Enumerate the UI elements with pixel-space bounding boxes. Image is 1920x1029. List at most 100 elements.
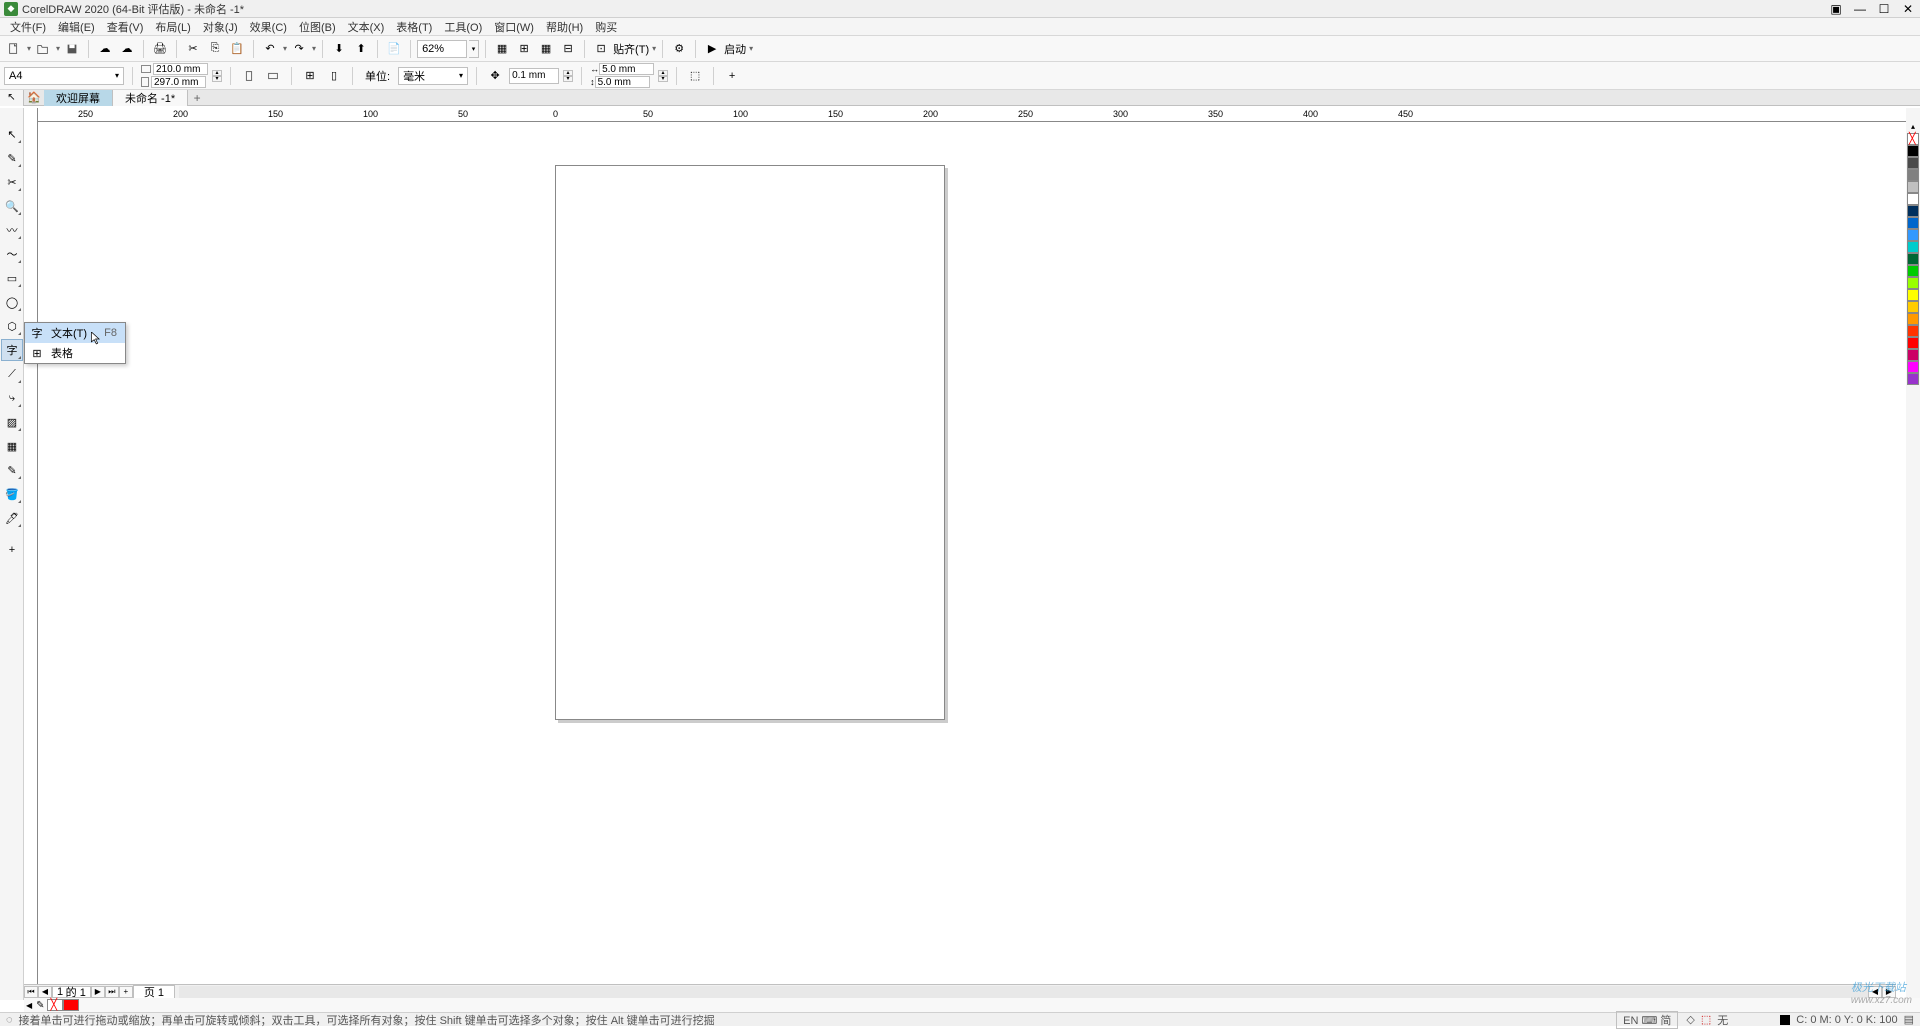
rulers-button[interactable]: ⊞ [514, 39, 534, 59]
page-height-input[interactable] [151, 76, 206, 88]
shape-tool[interactable]: ✎ [1, 147, 23, 169]
color-red[interactable] [1907, 337, 1919, 349]
snap-off-button[interactable]: ⊡ [591, 39, 611, 59]
connector-tool[interactable]: ⤷ [1, 387, 23, 409]
pick-tool[interactable]: ↖ [1, 123, 23, 145]
page-canvas[interactable] [555, 165, 945, 720]
interactive-fill-tool[interactable]: 🪣 [1, 483, 23, 505]
color-light-gray[interactable] [1907, 181, 1919, 193]
color-gold[interactable] [1907, 301, 1919, 313]
minimize-button[interactable]: — [1852, 2, 1868, 16]
color-swatch-indicator[interactable] [1780, 1015, 1790, 1025]
color-navy[interactable] [1907, 205, 1919, 217]
menu-tools[interactable]: 工具(O) [438, 19, 488, 35]
menu-view[interactable]: 查看(V) [101, 19, 150, 35]
color-yellow[interactable] [1907, 289, 1919, 301]
outline-tool[interactable]: 🖊 [1, 507, 23, 529]
parallel-dimension-tool[interactable]: ⟋ [1, 363, 23, 385]
launch-label[interactable]: 启动 [724, 41, 746, 57]
snap-label[interactable]: 贴齐(T) [613, 41, 649, 57]
color-white[interactable] [1907, 193, 1919, 205]
color-dark-green[interactable] [1907, 253, 1919, 265]
close-button[interactable]: ✕ [1900, 2, 1916, 16]
open-dropdown[interactable]: ▾ [56, 44, 60, 53]
bottom-no-color[interactable]: ╳ [47, 999, 63, 1011]
page-last[interactable]: ⏭ [105, 986, 119, 998]
portrait-button[interactable] [239, 66, 259, 86]
bottom-color-red[interactable] [63, 999, 79, 1011]
menu-buy[interactable]: 购买 [589, 19, 623, 35]
menu-edit[interactable]: 编辑(E) [52, 19, 101, 35]
copy-button[interactable]: ⎘ [205, 39, 225, 59]
maximize-button[interactable]: ☐ [1876, 2, 1892, 16]
dup-y-input[interactable] [595, 76, 650, 88]
page-prev[interactable]: ◀ [38, 986, 52, 998]
color-dark-gray[interactable] [1907, 157, 1919, 169]
options-button[interactable]: ⚙ [669, 39, 689, 59]
snap-dropdown[interactable]: ▾ [652, 44, 656, 53]
menu-bitmap[interactable]: 位图(B) [293, 19, 342, 35]
launch-dropdown[interactable]: ▾ [749, 44, 753, 53]
page-preset-select[interactable]: A4 ▾ [4, 67, 124, 85]
zoom-tool[interactable]: 🔍 [1, 195, 23, 217]
publish-button[interactable]: 📄 [384, 39, 404, 59]
palette-up[interactable]: ▴ [1911, 122, 1915, 131]
color-blue[interactable] [1907, 217, 1919, 229]
color-black[interactable] [1907, 145, 1919, 157]
dup-down[interactable]: ▾ [658, 76, 668, 82]
unit-select[interactable]: 毫米 ▾ [398, 67, 468, 85]
redo-button[interactable]: ↷ [289, 39, 309, 59]
current-page-button[interactable]: ▯ [324, 66, 344, 86]
color-pink[interactable] [1907, 361, 1919, 373]
dup-x-input[interactable] [599, 63, 654, 75]
color-cyan[interactable] [1907, 241, 1919, 253]
open-button[interactable] [33, 39, 53, 59]
cloud-down-button[interactable]: ☁ [117, 39, 137, 59]
help-icon[interactable]: ▣ [1828, 2, 1844, 16]
nudge-down[interactable]: ▾ [563, 76, 573, 82]
polygon-tool[interactable]: ⬡ [1, 315, 23, 337]
color-magenta[interactable] [1907, 349, 1919, 361]
palette-menu-icon[interactable]: ▤ [1904, 1013, 1914, 1026]
flyout-table-tool[interactable]: ⊞ 表格 [25, 343, 125, 363]
canvas-area[interactable]: 250 200 150 100 50 0 50 100 150 200 250 … [38, 108, 1906, 1000]
add-document-button[interactable]: + [188, 91, 206, 105]
color-red-orange[interactable] [1907, 325, 1919, 337]
zoom-dropdown[interactable]: ▾ [469, 40, 479, 58]
document-tab-1[interactable]: 未命名 -1* [113, 90, 188, 106]
palette-left[interactable]: ◀ [26, 1001, 32, 1010]
menu-file[interactable]: 文件(F) [4, 19, 52, 35]
zoom-level[interactable]: 62% [417, 40, 467, 58]
color-lime[interactable] [1907, 277, 1919, 289]
export-button[interactable]: ⬆ [351, 39, 371, 59]
transparency-tool[interactable]: ▦ [1, 435, 23, 457]
all-pages-button[interactable]: ⊞ [300, 66, 320, 86]
menu-window[interactable]: 窗口(W) [488, 19, 540, 35]
nudge-input[interactable] [509, 68, 559, 84]
add-preset-button[interactable]: + [722, 66, 742, 86]
menu-object[interactable]: 对象(J) [197, 19, 244, 35]
save-button[interactable] [62, 39, 82, 59]
color-light-blue[interactable] [1907, 229, 1919, 241]
redo-dropdown[interactable]: ▾ [312, 44, 316, 53]
guidelines-button[interactable]: ⊟ [558, 39, 578, 59]
treat-as-filled-button[interactable]: ⬚ [685, 66, 705, 86]
new-dropdown[interactable]: ▾ [27, 44, 31, 53]
menu-text[interactable]: 文本(X) [342, 19, 391, 35]
welcome-tab[interactable]: 欢迎屏幕 [44, 90, 113, 106]
page-first[interactable]: ⏮ [24, 986, 38, 998]
page-next[interactable]: ▶ [91, 986, 105, 998]
eyedropper-icon[interactable]: ✎ [36, 1000, 44, 1011]
import-button[interactable]: ⬇ [329, 39, 349, 59]
color-eyedropper-tool[interactable]: ✎ [1, 459, 23, 481]
no-color-swatch[interactable]: ╳ [1907, 133, 1919, 145]
undo-button[interactable]: ↶ [260, 39, 280, 59]
landscape-button[interactable] [263, 66, 283, 86]
menu-layout[interactable]: 布局(L) [149, 19, 196, 35]
page-add[interactable]: + [119, 986, 133, 998]
cloud-up-button[interactable]: ☁ [95, 39, 115, 59]
outline-indicator-icon[interactable]: ⬚ [1701, 1013, 1711, 1026]
home-tab-icon[interactable]: 🏠 [24, 90, 44, 106]
crop-tool[interactable]: ✂ [1, 171, 23, 193]
cut-button[interactable]: ✂ [183, 39, 203, 59]
